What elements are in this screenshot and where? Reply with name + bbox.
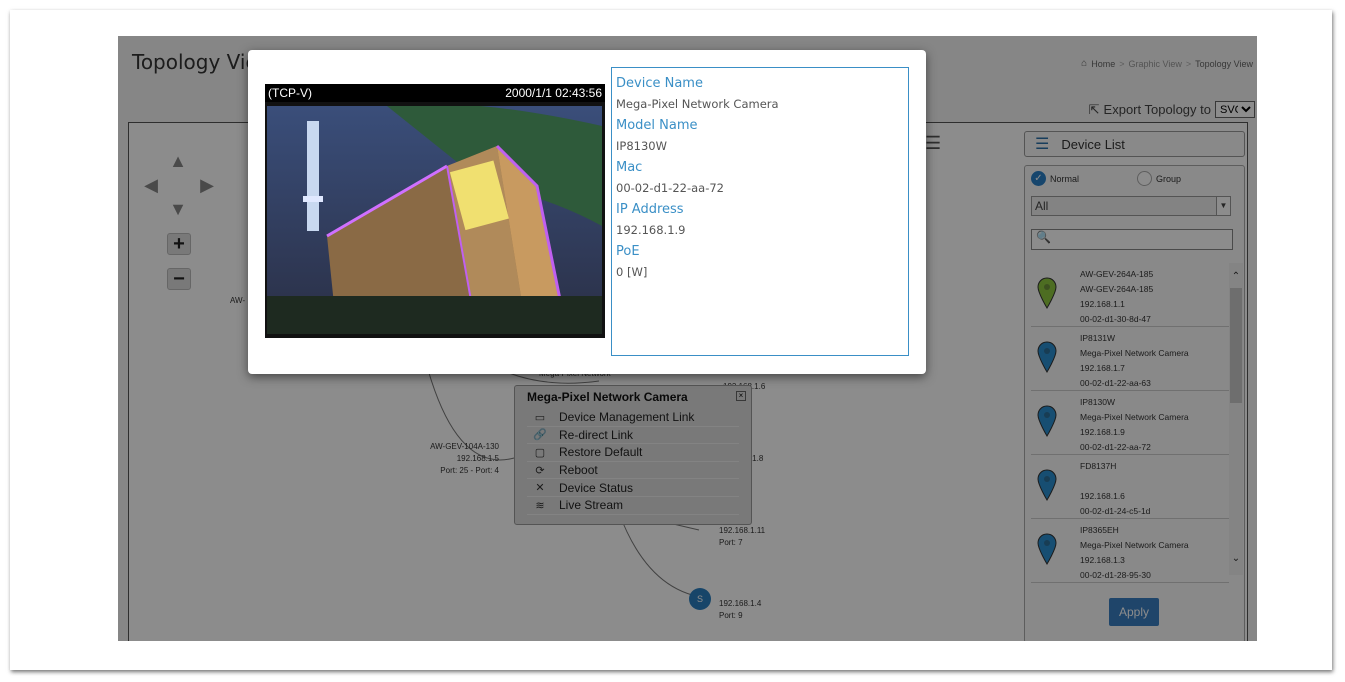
video-header: (TCP-V) 2000/1/1 02:43:56 — [265, 84, 605, 102]
info-field-value: 0 [W] — [616, 265, 648, 279]
video-timestamp: 2000/1/1 02:43:56 — [505, 86, 602, 100]
info-field-label: IP Address — [616, 202, 684, 217]
info-field-label: PoE — [616, 244, 640, 259]
info-field-value: Mega-Pixel Network Camera — [616, 97, 779, 111]
info-field-value: IP8130W — [616, 139, 667, 153]
video-protocol: (TCP-V) — [268, 86, 312, 100]
camera-feed-image — [267, 106, 602, 334]
device-info-panel: Device Name Mega-Pixel Network Camera Mode… — [611, 67, 909, 356]
live-video: (TCP-V) 2000/1/1 02:43:56 — [265, 84, 605, 338]
info-field-value: 192.168.1.9 — [616, 223, 686, 237]
info-field-label: Mac — [616, 160, 643, 175]
info-field-label: Model Name — [616, 118, 698, 133]
device-info-modal: (TCP-V) 2000/1/1 02:43:56 Device Name Meg… — [248, 50, 926, 374]
info-field-label: Device Name — [616, 76, 703, 91]
info-field-value: 00-02-d1-22-aa-72 — [616, 181, 724, 195]
